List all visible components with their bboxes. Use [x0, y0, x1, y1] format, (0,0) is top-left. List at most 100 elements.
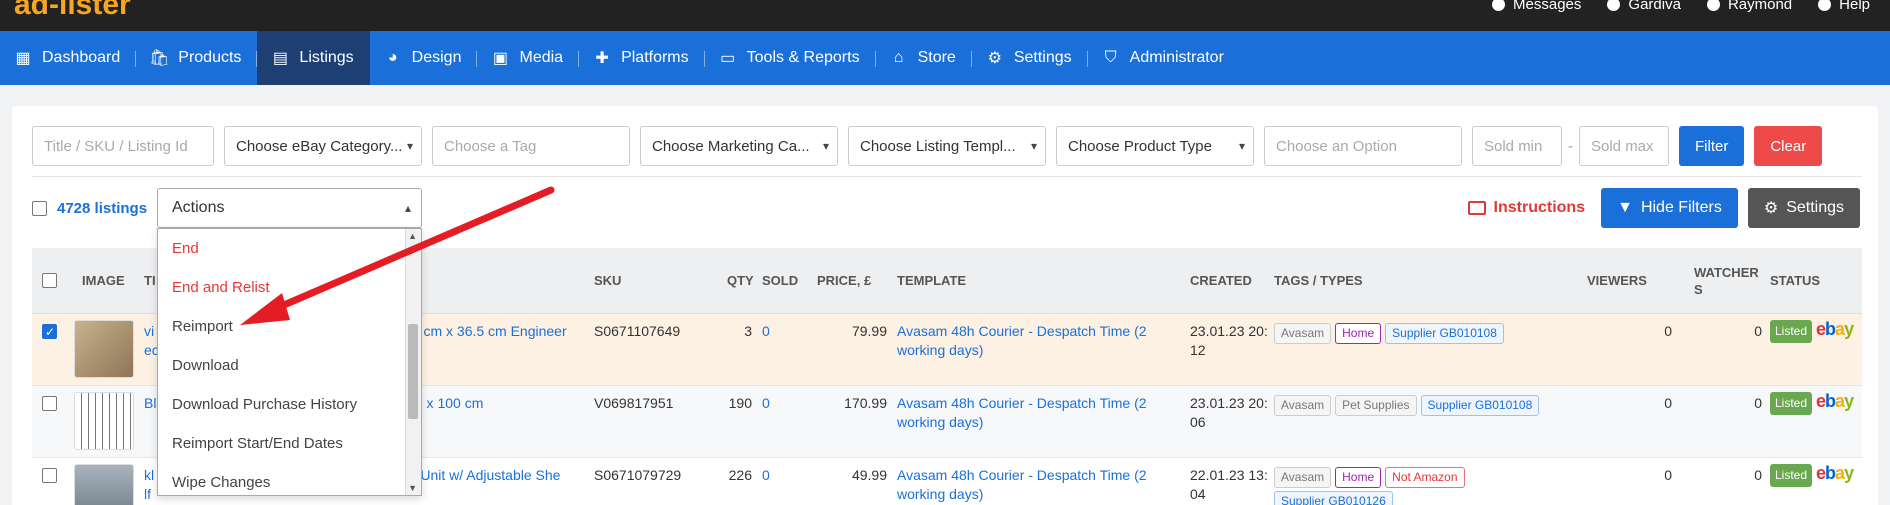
- col-qty[interactable]: QTY: [727, 273, 754, 288]
- qty-value: 226: [728, 467, 752, 483]
- sold-link[interactable]: 0: [762, 322, 770, 341]
- tag-badge[interactable]: Avasam: [1274, 467, 1332, 488]
- bell-icon: [1492, 0, 1506, 11]
- sold-min-input[interactable]: Sold min: [1472, 126, 1562, 166]
- nav-platforms[interactable]: ✚ Platforms: [579, 31, 705, 85]
- nav-dashboard[interactable]: ▦ Dashboard: [0, 31, 137, 85]
- col-sku[interactable]: SKU: [594, 273, 621, 288]
- help-link[interactable]: Help: [1818, 0, 1870, 13]
- col-created[interactable]: CREATED: [1190, 273, 1252, 288]
- dashboard-icon: ▦: [15, 50, 31, 67]
- col-status[interactable]: STATUS: [1770, 273, 1820, 288]
- store-link[interactable]: Gardiva: [1607, 0, 1681, 13]
- action-option-reimport-start-end-dates[interactable]: Reimport Start/End Dates: [158, 424, 406, 463]
- scrollbar-thumb[interactable]: [408, 324, 418, 419]
- nav-media[interactable]: ▣ Media: [477, 31, 579, 85]
- action-option-end-and-relist[interactable]: End and Relist: [158, 268, 406, 307]
- col-sold[interactable]: SOLD: [762, 273, 798, 288]
- ebay-logo[interactable]: ebay: [1816, 392, 1854, 411]
- actions-select[interactable]: Actions: [157, 188, 422, 228]
- filter-button[interactable]: Filter: [1679, 126, 1745, 166]
- tag-badge[interactable]: Supplier GB010126: [1274, 491, 1393, 505]
- product-type-select[interactable]: Choose Product Type: [1056, 126, 1254, 166]
- row-checkbox[interactable]: [42, 396, 57, 411]
- template-link[interactable]: Avasam 48h Courier - Despatch Time (2 wo…: [897, 466, 1182, 504]
- sold-link[interactable]: 0: [762, 466, 770, 485]
- scroll-down-icon[interactable]: ▼: [408, 483, 417, 493]
- product-thumbnail[interactable]: [74, 320, 134, 378]
- tag-select[interactable]: Choose a Tag: [432, 126, 630, 166]
- puzzle-icon: ✚: [595, 50, 609, 67]
- col-watchers[interactable]: WATCHER S: [1694, 264, 1764, 298]
- gear-icon: ⚙: [987, 50, 1002, 67]
- col-price[interactable]: PRICE, £: [817, 273, 871, 288]
- palette-icon: ◕: [387, 49, 398, 66]
- product-thumbnail[interactable]: [74, 464, 134, 505]
- col-template[interactable]: TEMPLATE: [897, 273, 966, 288]
- messages-link[interactable]: Messages: [1492, 0, 1581, 13]
- actions-options: End End and Relist Reimport Download Downloa…: [158, 229, 406, 495]
- tag-badge[interactable]: Supplier GB010108: [1385, 323, 1504, 344]
- tag-badge[interactable]: Home: [1335, 323, 1382, 344]
- sku-value: S0671107649: [594, 323, 681, 339]
- option-select[interactable]: Choose an Option: [1264, 126, 1462, 166]
- tag-badge[interactable]: Avasam: [1274, 395, 1332, 416]
- user-link[interactable]: Raymond: [1706, 0, 1792, 13]
- nav-listings[interactable]: ▤ Listings: [257, 31, 370, 85]
- actions-dropdown: End End and Relist Reimport Download Downloa…: [157, 228, 422, 496]
- row-checkbox[interactable]: [42, 468, 57, 483]
- tag-badge[interactable]: Home: [1335, 467, 1382, 488]
- app-logo[interactable]: ad-lister: [14, 0, 131, 22]
- tag-badge[interactable]: Pet Supplies: [1335, 395, 1417, 416]
- title-link-end[interactable]: or Unit w/ Adjustable She: [404, 466, 584, 485]
- ebay-logo[interactable]: ebay: [1816, 320, 1854, 339]
- listing-template-select[interactable]: Choose Listing Templ...: [848, 126, 1046, 166]
- price-value: 49.99: [851, 467, 887, 483]
- gear-icon: ⚙: [1763, 200, 1779, 217]
- status-badge[interactable]: Listed: [1770, 464, 1813, 487]
- col-viewers[interactable]: VIEWERS: [1587, 273, 1647, 288]
- nav-settings[interactable]: ⚙ Settings: [972, 31, 1088, 85]
- dropdown-scrollbar[interactable]: ▲ ▼: [405, 229, 421, 495]
- status-badge[interactable]: Listed: [1770, 392, 1813, 415]
- hide-filters-button[interactable]: ▼ Hide Filters: [1601, 188, 1738, 228]
- product-thumbnail[interactable]: [74, 392, 134, 450]
- action-option-download-purchase-history[interactable]: Download Purchase History: [158, 385, 406, 424]
- listing-count[interactable]: 4728 listings: [57, 200, 147, 217]
- nav-administrator[interactable]: ⛉ Administrator: [1088, 31, 1240, 85]
- nav-tools-reports[interactable]: ▭ Tools & Reports: [705, 31, 876, 85]
- scroll-up-icon[interactable]: ▲: [408, 231, 417, 241]
- title-link-end[interactable]: 50 cm x 36.5 cm Engineer: [404, 322, 584, 341]
- sold-link[interactable]: 0: [762, 394, 770, 413]
- tag-badge[interactable]: Not Amazon: [1385, 467, 1465, 488]
- nav-label: Platforms: [621, 49, 689, 66]
- col-title[interactable]: TI: [144, 273, 156, 288]
- sold-max-input[interactable]: Sold max: [1579, 126, 1669, 166]
- listings-icon: ▤: [272, 50, 288, 67]
- tag-badge[interactable]: Avasam: [1274, 323, 1332, 344]
- top-right-menu: Messages Gardiva Raymond Help: [1492, 0, 1870, 13]
- title-sku-input[interactable]: Title / SKU / Listing Id: [32, 126, 214, 166]
- nav-products[interactable]: 🛍 Products: [136, 31, 258, 85]
- template-link[interactable]: Avasam 48h Courier - Despatch Time (2 wo…: [897, 394, 1182, 432]
- ebay-category-select[interactable]: Choose eBay Category...: [224, 126, 422, 166]
- action-option-download[interactable]: Download: [158, 346, 406, 385]
- tag-badge[interactable]: Supplier GB010108: [1420, 395, 1540, 416]
- title-link-end[interactable]: cm x 100 cm: [404, 394, 584, 413]
- nav-store[interactable]: ⌂ Store: [876, 31, 973, 85]
- action-option-wipe-changes[interactable]: Wipe Changes: [158, 463, 406, 495]
- action-option-reimport[interactable]: Reimport: [158, 307, 406, 346]
- clear-button[interactable]: Clear: [1754, 126, 1823, 166]
- status-badge[interactable]: Listed: [1770, 320, 1813, 343]
- viewers-value: 0: [1664, 467, 1672, 483]
- select-all-checkbox[interactable]: [32, 200, 47, 216]
- nav-design[interactable]: ◕ Design: [370, 31, 478, 85]
- ebay-logo[interactable]: ebay: [1816, 464, 1854, 483]
- instructions-link[interactable]: Instructions: [1467, 199, 1585, 217]
- action-option-end[interactable]: End: [158, 229, 406, 268]
- settings-button[interactable]: ⚙ Settings: [1747, 188, 1860, 228]
- marketing-category-select[interactable]: Choose Marketing Ca...: [640, 126, 838, 166]
- header-checkbox[interactable]: [42, 273, 57, 288]
- row-checkbox[interactable]: [42, 323, 57, 342]
- template-link[interactable]: Avasam 48h Courier - Despatch Time (2 wo…: [897, 322, 1182, 360]
